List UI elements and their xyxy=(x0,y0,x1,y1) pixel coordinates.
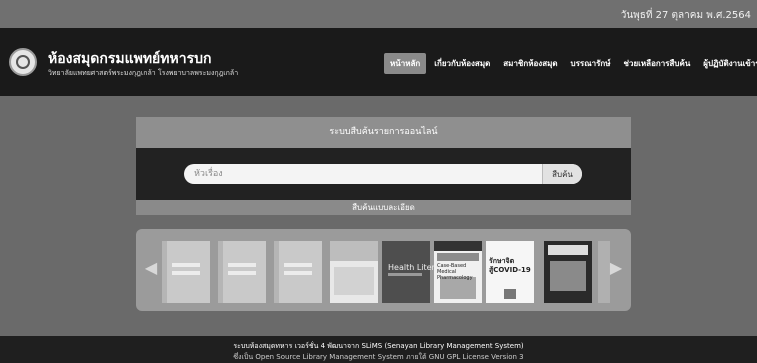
nav-item-librarian[interactable]: บรรณารักษ์ xyxy=(571,54,611,73)
search-panel-title: ระบบสืบค้นรายการออนไลน์ xyxy=(136,117,631,148)
top-bar: วันพุธที่ 27 ตุลาคม พ.ศ.2564 xyxy=(0,0,757,28)
site-header: ห้องสมุดกรมแพทย์ทหารบก วิทยาลัยแพทยศาสตร… xyxy=(0,28,757,96)
book-cover[interactable] xyxy=(544,241,592,303)
book-cover[interactable]: รักษาจิต สู้COVID-19 xyxy=(486,241,534,303)
book-cover-placeholder[interactable] xyxy=(274,241,322,303)
site-footer: ระบบห้องสมุดทหาร เวอร์ชั่น 4 พัฒนาจาก SL… xyxy=(0,336,757,363)
search-box: สืบค้น xyxy=(184,164,582,184)
nav-item-search-help[interactable]: ช่วยเหลือการสืบค้น xyxy=(624,54,691,73)
search-panel: ระบบสืบค้นรายการออนไลน์ สืบค้น สืบค้นแบบ… xyxy=(136,117,631,215)
current-date: วันพุธที่ 27 ตุลาคม พ.ศ.2564 xyxy=(620,10,751,21)
carousel-prev-icon[interactable]: ◀ xyxy=(142,259,160,277)
search-panel-body: สืบค้น xyxy=(136,148,631,200)
main-nav: หน้าหลัก เกี่ยวกับห้องสมุด สมาชิกห้องสมุ… xyxy=(384,53,757,74)
book-cover[interactable]: Case-Based Medical Pharmacology xyxy=(434,241,482,303)
book-cover-placeholder[interactable] xyxy=(218,241,266,303)
footer-line-1: ระบบห้องสมุดทหาร เวอร์ชั่น 4 พัฒนาจาก SL… xyxy=(233,342,524,350)
site-title[interactable]: ห้องสมุดกรมแพทย์ทหารบก xyxy=(48,48,211,70)
nav-item-about[interactable]: เกี่ยวกับห้องสมุด xyxy=(434,54,490,73)
nav-item-home[interactable]: หน้าหลัก xyxy=(384,53,427,74)
book-cover[interactable] xyxy=(330,241,378,303)
nav-item-members[interactable]: สมาชิกห้องสมุด xyxy=(503,54,557,73)
advanced-search-link[interactable]: สืบค้นแบบละเอียด xyxy=(136,200,631,215)
book-title: รักษาจิต สู้COVID-19 xyxy=(489,257,531,274)
book-title: Case-Based Medical Pharmacology xyxy=(437,263,473,281)
book-cover[interactable]: Health Literacy xyxy=(382,241,449,303)
search-input[interactable] xyxy=(184,164,540,184)
book-cover-placeholder[interactable] xyxy=(162,241,210,303)
new-books-carousel: ◀ Health Literacy Case-Based Medical Pha… xyxy=(136,229,631,311)
library-logo-icon[interactable] xyxy=(9,48,37,76)
nav-item-staff-login[interactable]: ผู้ปฏิบัติงานเข้าระบบ xyxy=(703,54,757,73)
search-button[interactable]: สืบค้น xyxy=(542,164,582,184)
footer-line-2: ซึ่งเป็น Open Source Library Management … xyxy=(233,353,524,361)
site-subtitle: วิทยาลัยแพทยศาสตร์พระมงกุฎเกล้า โรงพยาบา… xyxy=(48,69,239,77)
carousel-next-icon[interactable]: ▶ xyxy=(607,259,625,277)
